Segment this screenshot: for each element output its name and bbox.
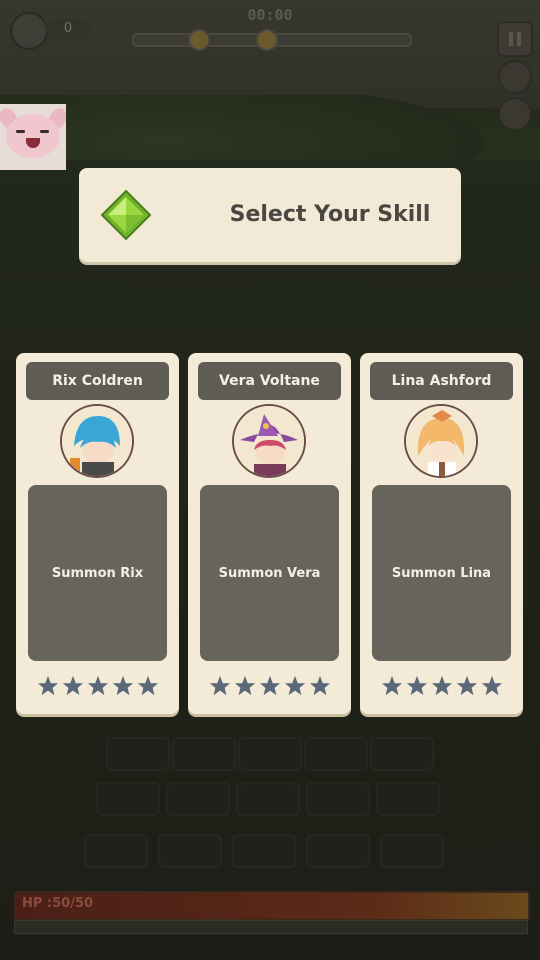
card-description: Summon Vera — [200, 485, 339, 661]
card-name: Lina Ashford — [370, 362, 513, 400]
wave-node-icon — [188, 29, 210, 51]
skill-card-rix[interactable]: Rix Coldren Summon Rix — [16, 353, 179, 714]
mascot-avatar — [0, 104, 66, 170]
exp-bar — [14, 920, 528, 934]
green-gem-icon — [100, 189, 152, 241]
portrait-lina — [406, 406, 476, 476]
star-icon — [481, 675, 502, 696]
star-icon — [406, 675, 427, 696]
star-icon — [309, 675, 330, 696]
card-name: Rix Coldren — [26, 362, 169, 400]
speed-button[interactable] — [498, 60, 532, 94]
star-icon — [62, 675, 83, 696]
star-icon — [284, 675, 305, 696]
star-icon — [137, 675, 158, 696]
star-icon — [381, 675, 402, 696]
wave-progress-bar — [132, 29, 412, 51]
star-icon — [112, 675, 133, 696]
game-timer: 00:00 — [247, 6, 293, 24]
star-rating — [188, 675, 351, 697]
blonde-girl-icon — [406, 406, 476, 476]
star-icon — [209, 675, 230, 696]
star-icon — [259, 675, 280, 696]
mascot-head — [6, 114, 60, 158]
star-icon — [37, 675, 58, 696]
portrait-rix — [62, 406, 132, 476]
select-skill-banner: Select Your Skill — [79, 168, 461, 262]
page-title: Select Your Skill — [229, 202, 431, 227]
auto-button[interactable] — [498, 97, 532, 131]
mascot-eye — [16, 130, 25, 133]
skill-card-vera[interactable]: Vera Voltane Summon Vera — [188, 353, 351, 714]
hp-label: HP :50/50 — [22, 896, 94, 911]
star-icon — [87, 675, 108, 696]
card-name: Vera Voltane — [198, 362, 341, 400]
star-icon — [431, 675, 452, 696]
star-icon — [456, 675, 477, 696]
star-rating — [360, 675, 523, 697]
star-rating — [16, 675, 179, 697]
star-icon — [234, 675, 255, 696]
skill-card-lina[interactable]: Lina Ashford Summon Lina — [360, 353, 523, 714]
card-description: Summon Lina — [372, 485, 511, 661]
portrait-vera — [234, 406, 304, 476]
mascot-eye — [40, 130, 49, 133]
card-description: Summon Rix — [28, 485, 167, 661]
purple-hat-witch-icon — [234, 406, 304, 476]
wave-node-icon — [256, 29, 278, 51]
blue-haired-hero-icon — [62, 406, 132, 476]
pause-button[interactable] — [497, 21, 533, 57]
